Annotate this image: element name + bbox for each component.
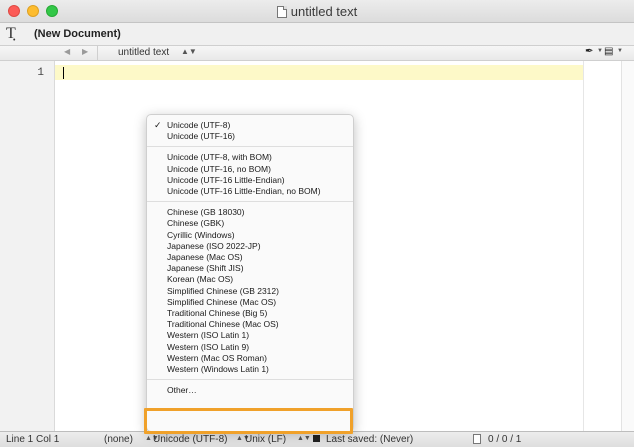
window-title: untitled text: [290, 4, 358, 19]
document-icon: [276, 6, 287, 18]
menu-item-label: Japanese (ISO 2022-JP): [167, 240, 261, 251]
menu-item-label: Chinese (GB 18030): [167, 207, 245, 218]
cursor-position[interactable]: Line 1 Col 1: [6, 434, 59, 445]
document-title: (New Document): [34, 28, 121, 40]
line-number-gutter: 1: [0, 61, 55, 431]
line-endings-arrows-icon[interactable]: ▲▼: [297, 435, 311, 442]
navigation-bar: ◀ ▶ untitled text ▲▼ ✒ ▼ ▤ ▼: [0, 46, 634, 61]
current-line-highlight: [55, 65, 583, 80]
menu-item-label: Western (ISO Latin 9): [167, 341, 250, 352]
highlight-outline: [144, 408, 353, 434]
encoding-selector[interactable]: Unicode (UTF-8): [153, 434, 227, 445]
encoding-menu-item[interactable]: Unicode (UTF-16 Little-Endian): [167, 175, 285, 186]
previous-document-icon[interactable]: ◀: [64, 47, 70, 56]
encoding-menu-item[interactable]: Unicode (UTF-16): [167, 131, 235, 142]
file-selector[interactable]: untitled text: [118, 47, 169, 58]
encoding-menu-item[interactable]: ✓ Unicode (UTF-8): [154, 120, 231, 131]
encoding-menu-item[interactable]: Japanese (Shift JIS): [167, 263, 244, 274]
menu-item-label: Western (ISO Latin 1): [167, 330, 250, 341]
menu-item-label: Unicode (UTF-8): [167, 120, 231, 130]
encoding-menu-item[interactable]: Japanese (Mac OS): [167, 252, 243, 263]
language-selector[interactable]: (none): [104, 434, 133, 445]
file-selector-arrows-icon[interactable]: ▲▼: [181, 47, 197, 56]
menu-item-label: Japanese (Mac OS): [167, 252, 243, 262]
menu-item-label: Simplified Chinese (GB 2312): [167, 285, 279, 296]
menu-item-label: Western (Windows Latin 1): [167, 364, 269, 374]
menu-item-label: Traditional Chinese (Big 5): [167, 308, 268, 318]
line-number: 1: [37, 67, 44, 79]
line-endings-selector[interactable]: Unix (LF): [245, 434, 286, 445]
menu-item-label: Unicode (UTF-16 Little-Endian, no BOM): [167, 186, 321, 196]
menu-item-label: Other…: [167, 385, 197, 396]
title-bar[interactable]: untitled text: [0, 0, 634, 23]
menu-item-label: Korean (Mac OS): [167, 274, 234, 285]
page-guide-line: [583, 61, 584, 431]
menu-item-label: Unicode (UTF-16): [167, 131, 236, 142]
encoding-menu-item[interactable]: Chinese (GBK): [167, 218, 224, 229]
encoding-menu-item[interactable]: Western (Mac OS Roman): [167, 353, 267, 364]
lock-icon[interactable]: [313, 435, 320, 442]
document-toolbar: T • (New Document): [0, 23, 634, 46]
pen-menu-chevron-icon[interactable]: ▼: [597, 48, 603, 54]
editor-window: untitled text T • (New Document) ◀ ▶ unt…: [0, 0, 634, 447]
encoding-menu-item[interactable]: Unicode (UTF-8, with BOM): [167, 152, 272, 163]
document-menu-chevron-icon[interactable]: ▼: [617, 48, 623, 54]
encoding-menu-item[interactable]: Chinese (GB 18030): [167, 207, 245, 218]
document-stats-icon: [473, 434, 481, 444]
last-saved-status: Last saved: (Never): [326, 434, 414, 445]
encoding-menu-item[interactable]: Korean (Mac OS): [167, 274, 233, 285]
vertical-scrollbar[interactable]: [621, 61, 634, 431]
menu-separator: [147, 379, 353, 381]
text-caret: [63, 67, 64, 79]
menu-item-label: Cyrillic (Windows): [167, 229, 235, 240]
encoding-menu-item[interactable]: Other…: [167, 385, 197, 396]
menu-item-label: Western (Mac OS Roman): [167, 352, 267, 363]
window-title-area: untitled text: [0, 4, 634, 19]
checkmark-icon: ✓: [154, 120, 162, 130]
encoding-menu-item[interactable]: Cyrillic (Windows): [167, 230, 235, 241]
menu-item-label: Unicode (UTF-16 Little-Endian): [167, 174, 285, 185]
menu-item-label: Unicode (UTF-16, no BOM): [167, 163, 271, 174]
encoding-menu-item[interactable]: Simplified Chinese (GB 2312): [167, 286, 279, 297]
encoding-menu-item[interactable]: Traditional Chinese (Big 5): [167, 308, 267, 319]
menu-item-label: Simplified Chinese (Mac OS): [167, 296, 277, 307]
encoding-menu-item[interactable]: Unicode (UTF-16 Little-Endian, no BOM): [167, 186, 321, 197]
menu-item-label: Traditional Chinese (Mac OS): [167, 319, 279, 330]
menu-item-label: Japanese (Shift JIS): [167, 263, 244, 274]
pen-icon[interactable]: ✒: [585, 46, 593, 57]
document-counts: 0 / 0 / 1: [488, 434, 522, 445]
document-menu-icon[interactable]: ▤: [604, 46, 613, 57]
menu-item-label: Unicode (UTF-8, with BOM): [167, 152, 272, 163]
next-document-icon[interactable]: ▶: [82, 47, 88, 56]
encoding-menu-item[interactable]: Unicode (UTF-16, no BOM): [167, 164, 271, 175]
encoding-menu-item[interactable]: Western (ISO Latin 1): [167, 330, 249, 341]
encoding-menu-item[interactable]: Traditional Chinese (Mac OS): [167, 319, 279, 330]
text-tool-menu-indicator: •: [13, 37, 16, 44]
encoding-popup-menu: ✓ Unicode (UTF-8) Unicode (UTF-16) Unicode …: [146, 114, 354, 432]
menu-item-label: Chinese (GBK): [167, 218, 225, 229]
encoding-menu-item[interactable]: Japanese (ISO 2022-JP): [167, 241, 261, 252]
navbar-divider: [97, 46, 98, 60]
menu-separator: [147, 201, 353, 203]
encoding-menu-item[interactable]: Western (Windows Latin 1): [167, 364, 269, 375]
encoding-menu-item[interactable]: Western (ISO Latin 9): [167, 342, 249, 353]
encoding-menu-item[interactable]: Simplified Chinese (Mac OS): [167, 297, 276, 308]
menu-separator: [147, 146, 353, 148]
